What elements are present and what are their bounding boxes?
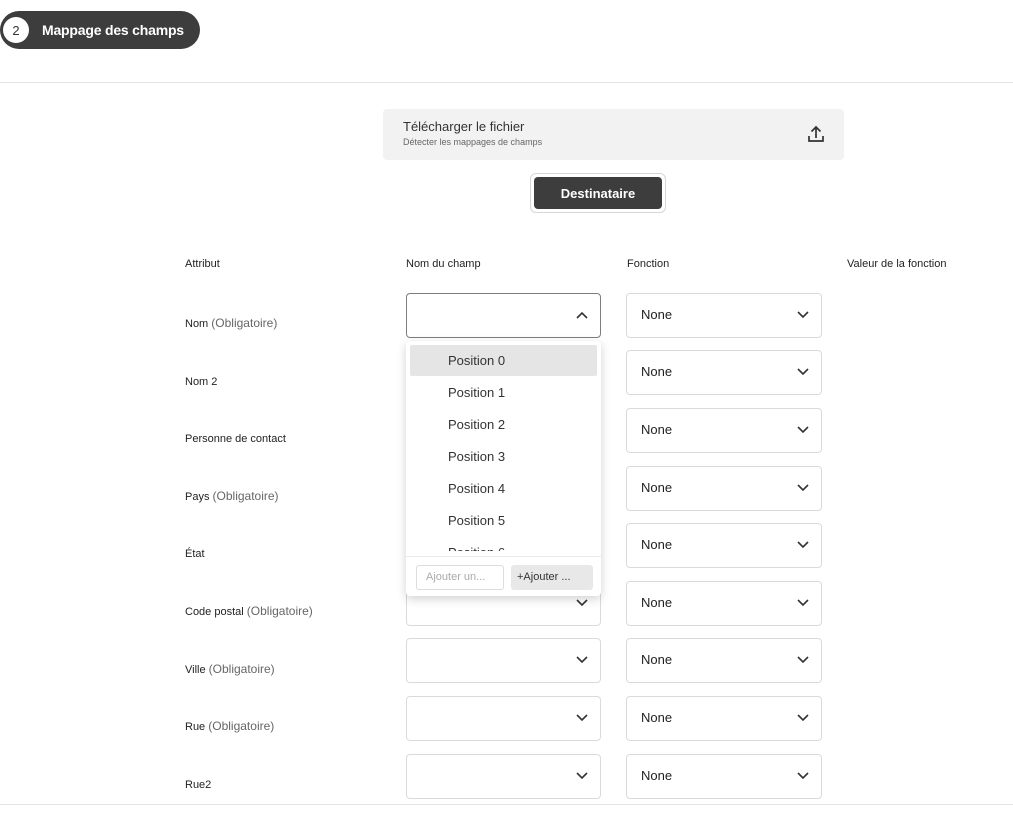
row-label: Rue (Obligatoire) xyxy=(185,719,274,733)
attribute-name: Ville xyxy=(185,664,206,676)
function-value: None xyxy=(641,364,673,379)
dropdown-option[interactable]: Position 2 xyxy=(410,409,597,440)
chevron-down-icon xyxy=(576,714,588,722)
attribute-name: Rue2 xyxy=(185,779,212,791)
col-header-field-name: Nom du champ xyxy=(406,258,481,270)
attribute-name: Nom 2 xyxy=(185,376,218,388)
function-value: None xyxy=(641,768,673,783)
chevron-up-icon xyxy=(576,311,588,319)
required-marker: (Obligatoire) xyxy=(208,719,275,733)
attribute-name: Pays xyxy=(185,491,210,503)
function-select[interactable]: None xyxy=(626,754,822,799)
dropdown-footer: Ajouter un... +Ajouter ... xyxy=(406,556,601,596)
dropdown-options-list[interactable]: Position 0 Position 1 Position 2 Positio… xyxy=(406,341,601,551)
upload-file-button[interactable]: Télécharger le fichier Détecter les mapp… xyxy=(383,109,844,160)
upload-icon xyxy=(808,125,824,142)
attribute-name: Nom xyxy=(185,318,209,330)
step-indicator[interactable]: 2 Mappage des champs xyxy=(0,11,200,49)
function-value: None xyxy=(641,480,673,495)
dropdown-option[interactable]: Position 5 xyxy=(410,505,597,536)
add-option-input[interactable]: Ajouter un... xyxy=(416,565,504,590)
step-number: 2 xyxy=(3,17,29,43)
row-label: Ville (Obligatoire) xyxy=(185,662,275,676)
row-label: Rue2 xyxy=(185,777,211,791)
upload-subtitle: Détecter les mappages de champs xyxy=(403,137,543,147)
col-header-function: Fonction xyxy=(627,258,670,270)
function-value: None xyxy=(641,307,673,322)
required-marker: (Obligatoire) xyxy=(211,316,278,330)
function-select[interactable]: None xyxy=(626,408,822,453)
chevron-down-icon xyxy=(797,599,809,607)
required-marker: (Obligatoire) xyxy=(212,489,279,503)
chevron-down-icon xyxy=(797,484,809,492)
dropdown-option[interactable]: Position 0 xyxy=(410,345,597,376)
row-label: Personne de contact xyxy=(185,431,286,445)
required-marker: (Obligatoire) xyxy=(208,662,275,676)
chevron-down-icon xyxy=(797,541,809,549)
chevron-down-icon xyxy=(576,656,588,664)
col-header-function-value: Valeur de la fonction xyxy=(847,258,947,270)
chevron-down-icon xyxy=(797,714,809,722)
attribute-name: Code postal xyxy=(185,606,244,618)
tab-destinataire[interactable]: Destinataire xyxy=(534,177,662,209)
chevron-down-icon xyxy=(576,599,588,607)
function-value: None xyxy=(641,537,673,552)
chevron-down-icon xyxy=(797,311,809,319)
field-name-select[interactable] xyxy=(406,638,601,683)
row-label: Nom (Obligatoire) xyxy=(185,316,277,330)
required-marker: (Obligatoire) xyxy=(246,604,313,618)
function-select[interactable]: None xyxy=(626,293,822,338)
chevron-down-icon xyxy=(797,426,809,434)
dropdown-option[interactable]: Position 1 xyxy=(410,377,597,408)
upload-title: Télécharger le fichier xyxy=(403,119,525,134)
field-name-select[interactable] xyxy=(406,696,601,741)
attribute-name: État xyxy=(185,548,205,560)
attribute-name: Rue xyxy=(185,721,206,733)
function-select[interactable]: None xyxy=(626,350,822,395)
function-value: None xyxy=(641,652,673,667)
chevron-down-icon xyxy=(576,772,588,780)
field-name-select[interactable] xyxy=(406,754,601,799)
dropdown-option[interactable]: Position 6 xyxy=(410,537,597,551)
row-label: Nom 2 xyxy=(185,374,217,388)
field-name-select[interactable] xyxy=(406,293,601,338)
function-select[interactable]: None xyxy=(626,638,822,683)
chevron-down-icon xyxy=(797,656,809,664)
row-label: Code postal (Obligatoire) xyxy=(185,604,313,618)
chevron-down-icon xyxy=(797,368,809,376)
function-value: None xyxy=(641,710,673,725)
row-label: État xyxy=(185,546,205,560)
dropdown-option[interactable]: Position 3 xyxy=(410,441,597,472)
top-divider xyxy=(0,82,1013,83)
function-select[interactable]: None xyxy=(626,696,822,741)
function-value: None xyxy=(641,595,673,610)
col-header-attribute: Attribut xyxy=(185,258,220,270)
function-select[interactable]: None xyxy=(626,466,822,511)
chevron-down-icon xyxy=(797,772,809,780)
attribute-name: Personne de contact xyxy=(185,433,286,445)
function-value: None xyxy=(641,422,673,437)
step-label: Mappage des champs xyxy=(42,22,184,38)
add-option-button[interactable]: +Ajouter ... xyxy=(511,565,593,590)
row-label: Pays (Obligatoire) xyxy=(185,489,279,503)
bottom-divider xyxy=(0,804,1013,805)
tab-group: Destinataire xyxy=(530,173,666,213)
function-select[interactable]: None xyxy=(626,581,822,626)
dropdown-option[interactable]: Position 4 xyxy=(410,473,597,504)
function-select[interactable]: None xyxy=(626,523,822,568)
field-dropdown-menu: Position 0 Position 1 Position 2 Positio… xyxy=(406,341,601,596)
